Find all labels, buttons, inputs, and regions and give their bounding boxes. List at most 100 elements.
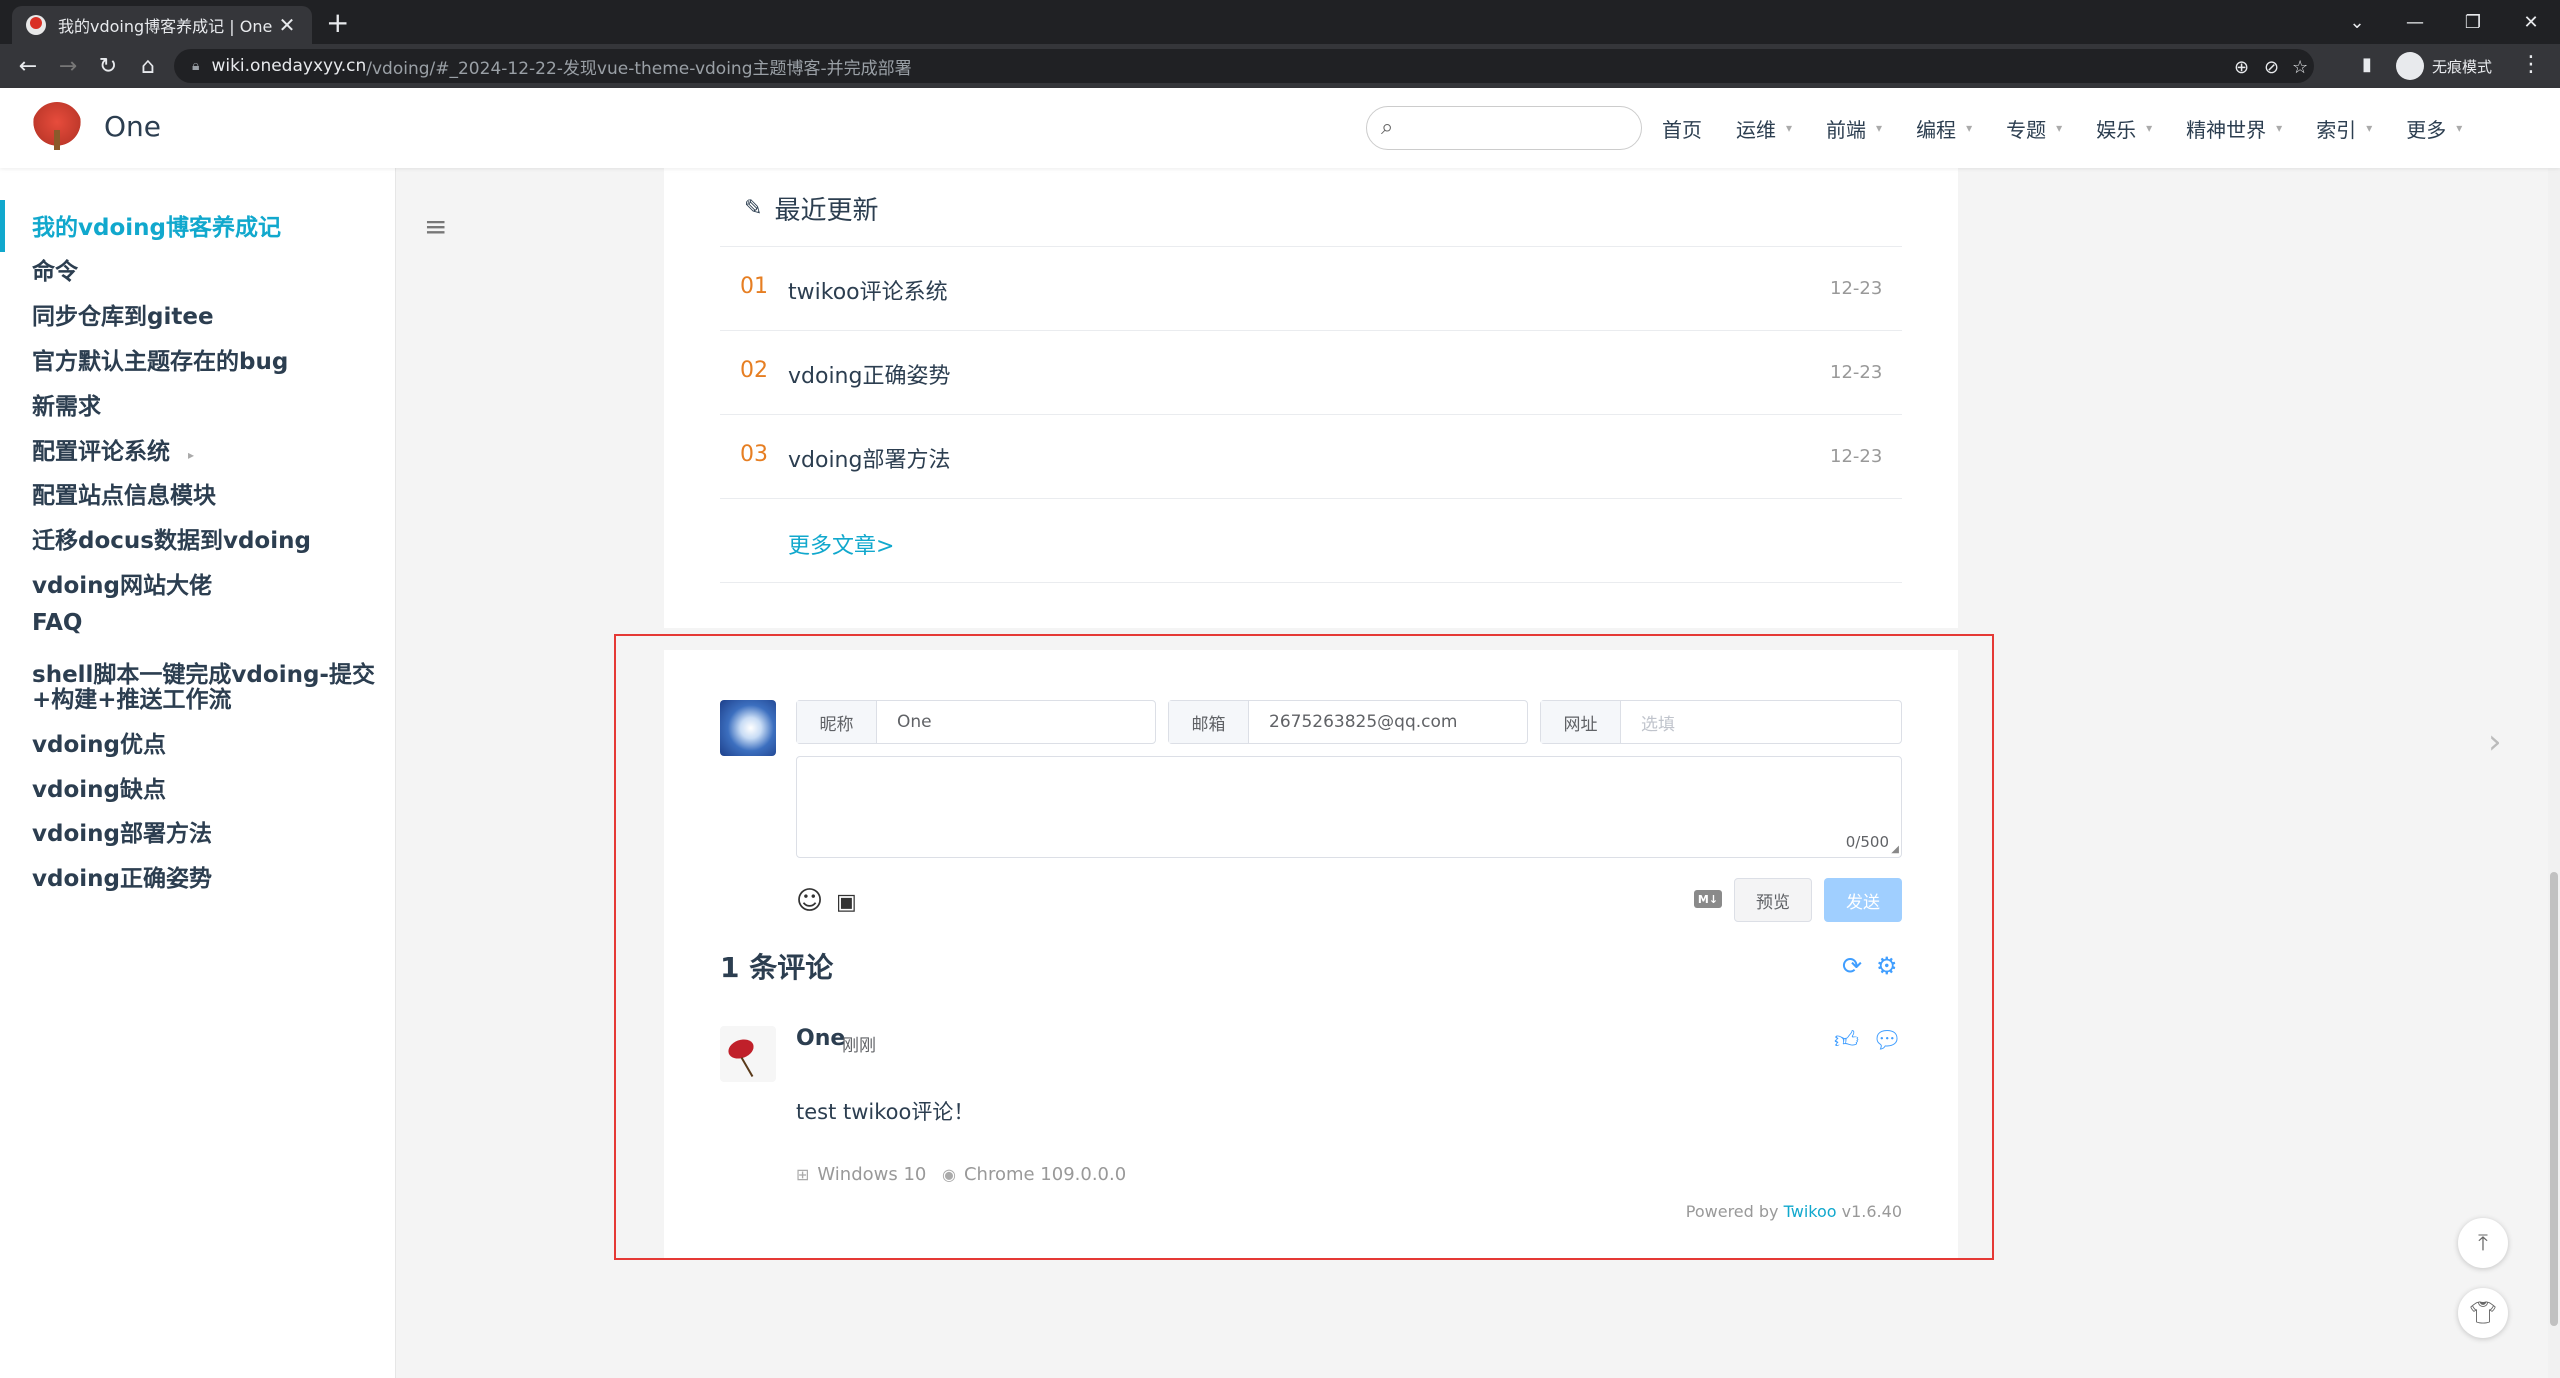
site-name[interactable]: One — [104, 110, 161, 143]
sidebar-item-label: 新需求 — [32, 394, 101, 420]
bookmark-star-icon[interactable]: ☆ — [2292, 57, 2308, 78]
back-icon[interactable]: ← — [12, 50, 44, 82]
sidebar-item[interactable]: 配置站点信息模块 — [32, 476, 216, 510]
sidebar-item[interactable]: vdoing部署方法 — [32, 814, 212, 848]
caret-right-icon: ▸ — [188, 448, 195, 462]
rank-number: 03 — [740, 442, 768, 467]
nav-item[interactable]: 编程 ▾ — [1916, 114, 1972, 143]
hamburger-icon[interactable]: ≡ — [424, 210, 447, 243]
nav-item[interactable]: 更多 ▾ — [2406, 114, 2462, 143]
sidebar-item[interactable]: 迁移docus数据到vdoing — [32, 521, 311, 555]
nav-item-label: 精神世界 — [2186, 117, 2267, 142]
nav-item[interactable]: 运维 ▾ — [1736, 114, 1792, 143]
nav-item-label: 专题 — [2006, 117, 2047, 142]
recent-updates-card: ✎ 最近更新 01 twikoo评论系统 12-23 02 vdoing正确姿势… — [664, 168, 1958, 628]
sidebar-item[interactable]: 我的vdoing博客养成记 — [32, 208, 281, 242]
nav-item[interactable]: 娱乐 ▾ — [2096, 114, 2152, 143]
incognito-icon — [2396, 52, 2424, 80]
sidebar-item-label: 配置站点信息模块 — [32, 483, 216, 509]
back-to-top-button[interactable]: ⤒ — [2458, 1218, 2508, 1268]
tracking-blocked-icon[interactable]: ⊘ — [2264, 57, 2279, 78]
nav-item[interactable]: 索引 ▾ — [2316, 114, 2372, 143]
nav-item-label: 更多 — [2406, 117, 2447, 142]
divider — [720, 498, 1902, 499]
nav-item-label: 前端 — [1826, 117, 1867, 142]
address-bar[interactable]: 🔒︎ wiki.onedayxyy.cn /vdoing/#_2024-12-2… — [174, 49, 2314, 83]
chevron-right-icon[interactable]: › — [2488, 722, 2502, 762]
incognito-label: 无痕模式 — [2432, 57, 2493, 76]
sidebar-item[interactable]: FAQ — [32, 610, 82, 636]
sidebar-item-label: 迁移docus数据到vdoing — [32, 528, 311, 554]
maximize-button[interactable]: ❐ — [2444, 0, 2502, 44]
favicon-icon — [26, 15, 46, 35]
close-window-button[interactable]: ✕ — [2502, 0, 2560, 44]
sidebar-item[interactable]: 同步仓库到gitee — [32, 297, 214, 331]
browser-tab-bar: 我的vdoing博客养成记 | One ✕ + ⌄ — ❐ ✕ — [0, 0, 2560, 44]
url-host: wiki.onedayxyy.cn — [211, 56, 367, 76]
caret-down-icon: ▾ — [1966, 121, 1973, 135]
new-tab-button[interactable]: + — [326, 6, 349, 39]
caret-down-icon: ▾ — [1786, 121, 1793, 135]
sidebar-item-label: FAQ — [32, 610, 83, 636]
forward-icon[interactable]: → — [52, 50, 84, 82]
sidebar-item-label: 官方默认主题存在的bug — [32, 349, 289, 375]
site-logo[interactable] — [32, 102, 82, 152]
recent-item-date: 12-23 — [1830, 446, 1883, 467]
sidebar-item[interactable]: vdoing缺点 — [32, 770, 166, 804]
sidebar-item[interactable]: vdoing优点 — [32, 725, 166, 759]
pencil-icon: ✎ — [744, 196, 763, 221]
home-icon[interactable]: ⌂ — [132, 50, 164, 82]
url-path: /vdoing/#_2024-12-22-发现vue-theme-vdoing主… — [366, 58, 912, 79]
sidebar-item[interactable]: 命令 — [32, 252, 78, 286]
shirt-icon: 👕︎ — [2469, 1300, 2497, 1326]
sidebar-item[interactable]: vdoing正确姿势 — [32, 859, 212, 893]
zoom-icon[interactable]: ⊕ — [2234, 57, 2249, 78]
reload-icon[interactable]: ↻ — [92, 50, 124, 82]
caret-down-icon: ▾ — [2146, 121, 2153, 135]
divider — [720, 246, 1902, 247]
sidebar: 我的vdoing博客养成记命令同步仓库到gitee 官方默认主题存在的bug 新需求… — [0, 168, 396, 1378]
recent-updates-title: ✎ 最近更新 — [744, 190, 878, 227]
tab-search-icon[interactable]: ⌄ — [2328, 0, 2386, 44]
nav-item[interactable]: 精神世界 ▾ — [2186, 114, 2282, 143]
sidebar-item-label: 命令 — [32, 259, 78, 285]
sidebar-item[interactable]: vdoing网站大佬 — [32, 566, 212, 600]
search-icon: ⌕ — [1381, 115, 1394, 140]
sidebar-item[interactable]: 官方默认主题存在的bug — [32, 342, 288, 376]
caret-down-icon: ▾ — [1876, 121, 1883, 135]
sidebar-item-label: 配置评论系统 — [32, 439, 170, 465]
caret-down-icon: ▾ — [2456, 121, 2463, 135]
recent-item-link[interactable]: vdoing部署方法 — [788, 442, 950, 474]
arrow-up-icon: ⤒ — [2478, 1230, 2488, 1256]
nav-item[interactable]: 专题 ▾ — [2006, 114, 2062, 143]
sidebar-item-label: vdoing缺点 — [32, 777, 166, 803]
highlight-frame — [614, 634, 1994, 1260]
sidebar-item[interactable]: 新需求 — [32, 387, 101, 421]
browser-tab[interactable]: 我的vdoing博客养成记 | One ✕ — [12, 6, 312, 44]
minimize-button[interactable]: — — [2386, 0, 2444, 44]
browser-menu-icon[interactable]: ⋮ — [2520, 52, 2542, 77]
divider — [720, 414, 1902, 415]
nav-item[interactable]: 首页 — [1662, 114, 1702, 143]
tab-title: 我的vdoing博客养成记 | One — [58, 17, 273, 36]
recent-item-link[interactable]: vdoing正确姿势 — [788, 358, 950, 390]
sidebar-item[interactable]: +构建+推送工作流 — [32, 680, 232, 714]
site-navbar: One ⌕ 首页 运维 ▾ 前端 ▾ 编程 ▾ 专题 ▾ 娱乐 ▾ 精神世界 ▾ 索引 ▾ 更多 ▾ — [0, 88, 2560, 168]
recent-item-date: 12-23 — [1830, 278, 1883, 299]
nav-item-label: 索引 — [2316, 117, 2357, 142]
recent-updates-heading: 最近更新 — [774, 196, 879, 226]
close-tab-icon[interactable]: ✕ — [276, 13, 298, 37]
sidebar-item-label: 同步仓库到gitee — [32, 304, 214, 330]
scrollbar-thumb[interactable] — [2550, 872, 2558, 1326]
nav-item-label: 首页 — [1662, 117, 1702, 142]
nav-item-label: 编程 — [1916, 117, 1957, 142]
sidebar-item[interactable]: 配置评论系统 ▸ — [32, 432, 194, 466]
side-panel-icon[interactable]: ▮ — [2362, 54, 2372, 75]
recent-item-link[interactable]: twikoo评论系统 — [788, 274, 948, 306]
search-input[interactable]: ⌕ — [1366, 106, 1642, 150]
nav-item[interactable]: 前端 ▾ — [1826, 114, 1882, 143]
incognito-indicator[interactable]: 无痕模式 — [2396, 52, 2492, 80]
nav-item-label: 运维 — [1736, 117, 1776, 142]
more-articles-link[interactable]: 更多文章> — [788, 528, 894, 560]
theme-button[interactable]: 👕︎ — [2458, 1288, 2508, 1338]
